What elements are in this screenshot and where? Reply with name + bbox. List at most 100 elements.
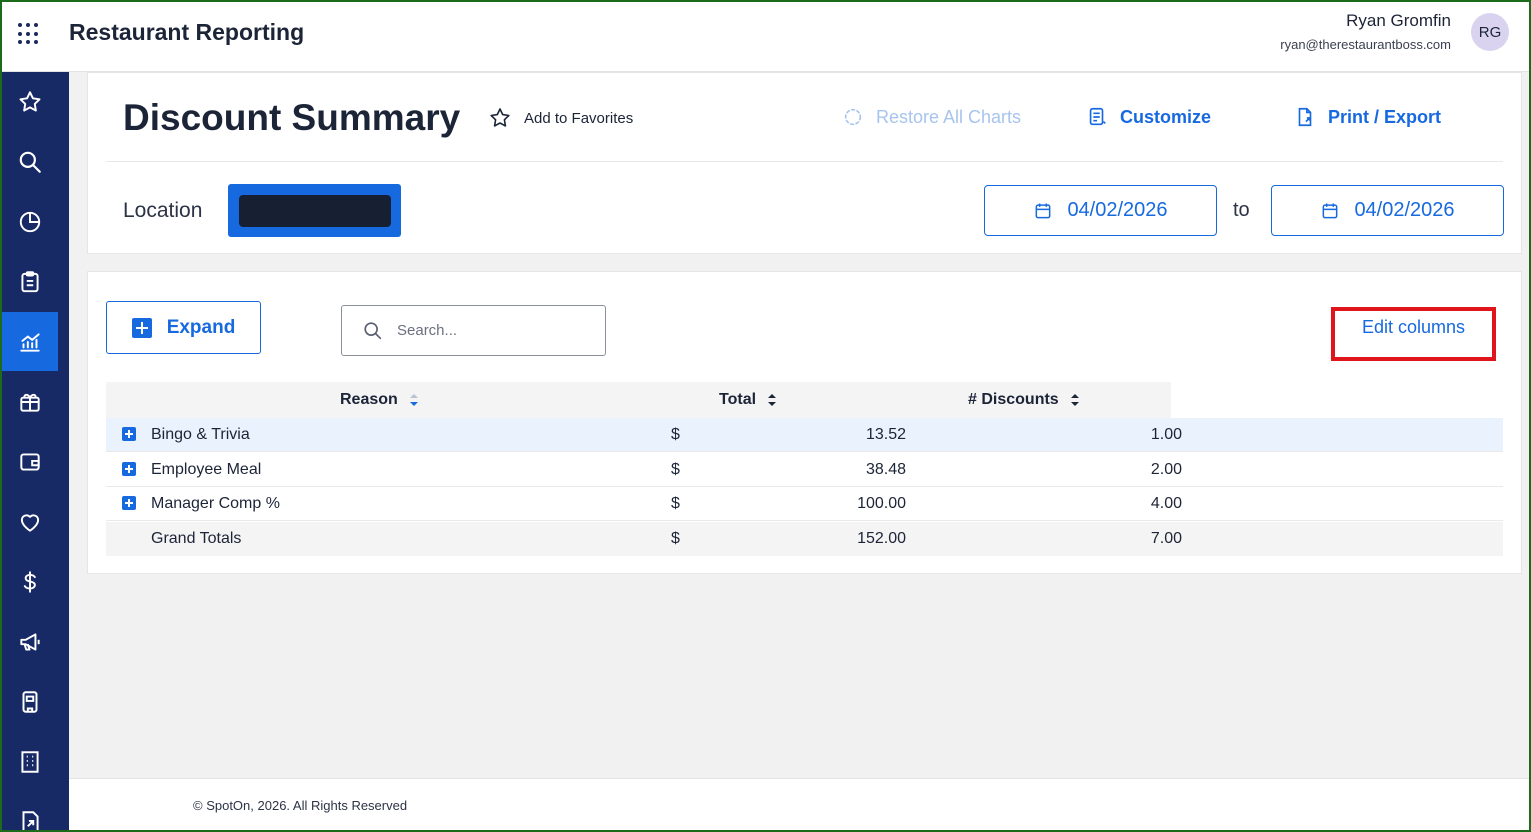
pie-chart-icon xyxy=(19,211,41,232)
app-window: Restaurant Reporting Ryan Gromfin ryan@t… xyxy=(2,2,1529,830)
sidebar-item-payments[interactable] xyxy=(2,432,58,491)
wallet-icon xyxy=(20,452,40,471)
expand-label: Expand xyxy=(166,316,236,338)
analytics-icon xyxy=(20,332,40,352)
table-row[interactable]: Manager Comp % $ 100.00 4.00 xyxy=(106,487,1503,521)
currency-cell: $ xyxy=(671,426,680,443)
table-row[interactable]: Bingo & Trivia $ 13.52 1.00 xyxy=(106,418,1503,452)
heart-icon xyxy=(20,513,40,532)
total-cell: 100.00 xyxy=(857,495,906,512)
sidebar-item-search[interactable] xyxy=(2,132,58,191)
add-to-favorites-label: Add to Favorites xyxy=(524,109,634,127)
sidebar-item-export[interactable] xyxy=(2,792,58,830)
reason-cell: Grand Totals xyxy=(151,530,242,547)
app-title: Restaurant Reporting xyxy=(69,19,305,45)
customize-icon xyxy=(1089,107,1106,126)
sidebar-item-gift-cards[interactable] xyxy=(2,372,58,431)
sidebar-item-reports[interactable] xyxy=(2,252,58,311)
avatar[interactable]: RG xyxy=(1471,13,1509,51)
location-select[interactable] xyxy=(228,184,401,237)
reason-cell: Employee Meal xyxy=(151,461,262,478)
redacted-location-value xyxy=(238,194,391,227)
expand-row-icon[interactable] xyxy=(122,496,136,510)
calendar-icon xyxy=(1323,203,1338,218)
top-bar: Restaurant Reporting Ryan Gromfin ryan@t… xyxy=(2,2,1529,72)
discounts-cell: 4.00 xyxy=(1150,495,1182,512)
restore-all-charts-button[interactable]: Restore All Charts xyxy=(842,106,1021,128)
sidebar-item-marketing[interactable] xyxy=(2,612,58,671)
sidebar-item-locations[interactable] xyxy=(2,732,58,791)
date-from-value: 04/02/2026 xyxy=(1067,199,1168,221)
expand-button[interactable]: Expand xyxy=(106,301,261,354)
column-header-discounts[interactable]: # Discounts xyxy=(968,391,1081,409)
discounts-cell: 1.00 xyxy=(1150,426,1182,443)
user-email: ryan@therestaurantboss.com xyxy=(1280,37,1451,52)
restore-all-charts-label: Restore All Charts xyxy=(876,106,1022,127)
building-icon xyxy=(21,750,39,773)
date-to-picker[interactable]: 04/02/2026 xyxy=(1271,185,1504,236)
add-to-favorites-button[interactable]: Add to Favorites xyxy=(488,106,633,130)
page-title: Discount Summary xyxy=(123,97,461,138)
footer: © SpotOn, 2026. All Rights Reserved xyxy=(69,778,1529,830)
search-icon xyxy=(19,151,41,173)
sidebar-item-analytics[interactable] xyxy=(2,312,58,371)
report-table-card: Expand Edit columns Reason Total # Disco… xyxy=(87,271,1522,574)
calendar-icon xyxy=(1036,203,1051,218)
table-row[interactable]: Employee Meal $ 38.48 2.00 xyxy=(106,453,1503,487)
reason-cell: Manager Comp % xyxy=(151,495,280,512)
column-header-total[interactable]: Total xyxy=(719,391,778,409)
date-range-separator: to xyxy=(1233,199,1250,221)
customize-button[interactable]: Customize xyxy=(1086,106,1211,128)
search-icon xyxy=(364,321,382,339)
sidebar-item-dashboard[interactable] xyxy=(2,192,58,251)
star-icon xyxy=(19,90,41,112)
clipboard-icon xyxy=(21,270,39,292)
reason-cell: Bingo & Trivia xyxy=(151,426,250,443)
table-header: Reason Total # Discounts xyxy=(106,382,1171,418)
grand-totals-row: Grand Totals $ 152.00 7.00 xyxy=(106,522,1503,556)
sort-icon xyxy=(409,394,418,406)
total-cell: 38.48 xyxy=(865,461,906,478)
divider xyxy=(106,161,1503,162)
sort-icon xyxy=(768,394,777,406)
discounts-cell: 2.00 xyxy=(1150,461,1182,478)
sort-icon xyxy=(1070,394,1079,406)
gift-icon xyxy=(20,393,40,412)
discounts-cell: 7.00 xyxy=(1150,530,1182,547)
currency-cell: $ xyxy=(671,530,680,547)
column-header-label: # Discounts xyxy=(968,391,1059,408)
user-name: Ryan Gromfin xyxy=(1346,11,1451,30)
sidebar-item-devices[interactable] xyxy=(2,672,58,731)
edit-columns-label: Edit columns xyxy=(1361,317,1466,337)
sidebar-item-loyalty[interactable] xyxy=(2,492,58,551)
plus-icon xyxy=(131,317,152,338)
megaphone-icon xyxy=(20,632,40,651)
export-file-icon xyxy=(1298,107,1312,127)
edit-columns-link[interactable]: Edit columns xyxy=(1331,307,1496,361)
report-header-card: Discount Summary Add to Favorites Restor… xyxy=(87,72,1522,254)
search-input[interactable] xyxy=(397,322,577,339)
date-from-picker[interactable]: 04/02/2026 xyxy=(984,185,1217,236)
print-export-label: Print / Export xyxy=(1328,106,1442,127)
sidebar-item-favorites[interactable] xyxy=(2,72,58,131)
customize-label: Customize xyxy=(1120,106,1212,127)
expand-row-icon[interactable] xyxy=(122,427,136,441)
location-label: Location xyxy=(123,199,203,222)
column-header-label: Reason xyxy=(340,391,398,408)
sidebar-item-finance[interactable] xyxy=(2,552,58,611)
column-header-reason[interactable]: Reason xyxy=(340,391,420,409)
total-cell: 152.00 xyxy=(857,530,906,547)
column-header-label: Total xyxy=(719,391,757,408)
dollar-icon xyxy=(23,570,36,593)
restore-icon xyxy=(844,108,862,126)
total-cell: 13.52 xyxy=(865,426,906,443)
currency-cell: $ xyxy=(671,495,680,512)
expand-row-icon[interactable] xyxy=(122,462,136,476)
currency-cell: $ xyxy=(671,461,680,478)
star-outline-icon xyxy=(490,108,510,127)
date-to-value: 04/02/2026 xyxy=(1354,199,1455,221)
export-doc-icon xyxy=(22,810,39,830)
terminal-icon xyxy=(22,690,38,713)
print-export-button[interactable]: Print / Export xyxy=(1294,106,1441,128)
app-launcher-icon[interactable] xyxy=(18,23,40,45)
